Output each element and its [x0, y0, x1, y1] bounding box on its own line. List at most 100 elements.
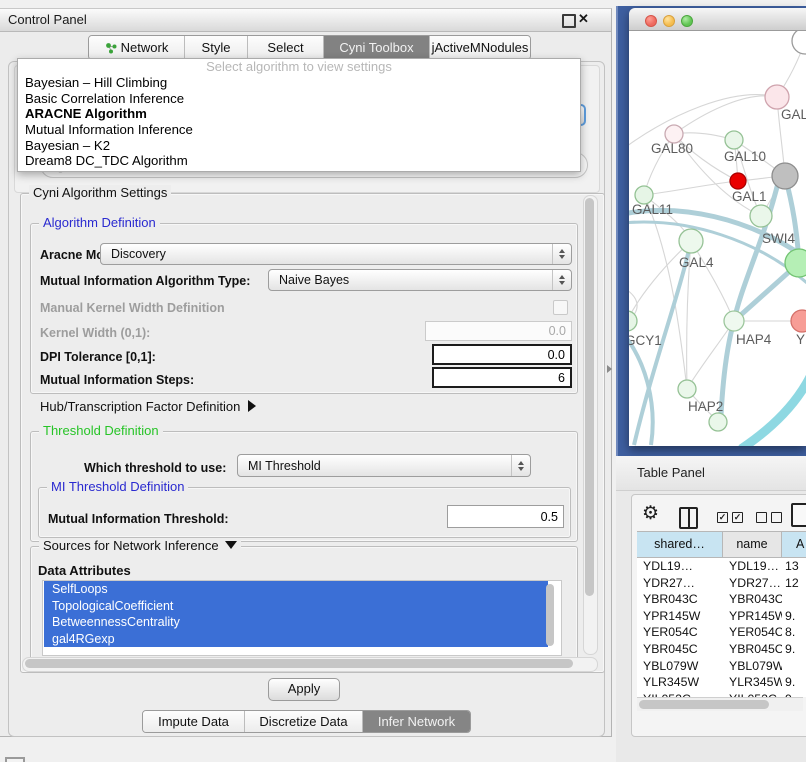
- manual-kernel-checkbox[interactable]: [553, 300, 568, 315]
- list-scrollbar-thumb[interactable]: [546, 584, 554, 646]
- table-cell: 8.: [782, 624, 806, 641]
- tab-jactivemnodules[interactable]: jActiveMNodules: [430, 36, 530, 59]
- mi-threshold-field[interactable]: [447, 505, 564, 528]
- node-label: GAL11: [632, 202, 673, 217]
- table-cell: YER054C: [723, 624, 782, 641]
- expand-right-icon: [248, 400, 256, 412]
- collapsed-panel-widget[interactable]: [5, 757, 25, 762]
- which-threshold-select[interactable]: MI Threshold: [237, 454, 531, 477]
- network-node-gal[interactable]: [765, 85, 789, 109]
- network-node-gal4[interactable]: [679, 229, 703, 253]
- table-cell: YLR345W: [637, 674, 723, 691]
- algorithm-dropdown: Select algorithm to view settings Bayesi…: [17, 58, 581, 172]
- network-node-swi4[interactable]: [750, 205, 772, 227]
- mi-steps-field[interactable]: [432, 367, 572, 388]
- network-node-y[interactable]: [791, 310, 806, 332]
- dropdown-item-bayesian-hill-climbing[interactable]: Bayesian – Hill Climbing: [18, 75, 580, 91]
- dropdown-item-mutual-information-inference[interactable]: Mutual Information Inference: [18, 122, 580, 138]
- attribute-item-topologicalcoefficient[interactable]: TopologicalCoefficient: [44, 598, 548, 615]
- unchecked-box-icon: [771, 512, 782, 523]
- minimize-traffic-light[interactable]: [663, 15, 675, 27]
- network-node-hap2[interactable]: [678, 380, 696, 398]
- settings-hscrollbar-thumb[interactable]: [25, 659, 573, 668]
- kernel-width-field[interactable]: [425, 321, 572, 341]
- sources-title[interactable]: Sources for Network Inference: [39, 538, 241, 553]
- table-row[interactable]: YBL079WYBL079W: [637, 658, 806, 675]
- document-icon[interactable]: [791, 503, 806, 527]
- tab-select[interactable]: Select: [248, 36, 324, 59]
- column-header-name[interactable]: name: [723, 532, 782, 557]
- checkbox-checked-pair-icon[interactable]: ✓✓: [717, 512, 743, 523]
- bottom-tab-discretize-data[interactable]: Discretize Data: [245, 711, 363, 732]
- control-panel-tab-strip: NetworkStyleSelectCyni ToolboxjActiveMNo…: [88, 35, 531, 60]
- table-row[interactable]: YBR045CYBR045C9.: [637, 641, 806, 658]
- network-view-window: GALGAL80GAL10GAL1GAL11SWI4GAL4GCY1HAP4YH…: [629, 8, 806, 446]
- apply-button[interactable]: Apply: [268, 678, 340, 701]
- table-row[interactable]: YBR043CYBR043C: [637, 591, 806, 608]
- dpi-tolerance-field[interactable]: [432, 344, 572, 365]
- table-panel-titlebar: Table Panel: [616, 456, 806, 491]
- settings-vscrollbar[interactable]: [583, 195, 598, 655]
- dropdown-item-bayesian-k2[interactable]: Bayesian – K2: [18, 138, 580, 154]
- control-panel-titlebar: Control Panel ✕: [0, 9, 611, 32]
- network-node[interactable]: [772, 163, 798, 189]
- table-cell: YPR145W: [723, 608, 782, 625]
- which-threshold-label: Which threshold to use:: [84, 461, 226, 475]
- network-node-gal10[interactable]: [725, 131, 743, 149]
- table-hscrollbar[interactable]: [637, 697, 803, 711]
- manual-kernel-label: Manual Kernel Width Definition: [40, 301, 225, 315]
- gear-icon[interactable]: ⚙: [642, 502, 659, 525]
- mi-type-label: Mutual Information Algorithm Type:: [40, 274, 250, 288]
- panel-splitter-handle[interactable]: [607, 365, 612, 373]
- network-window-titlebar[interactable]: [629, 8, 806, 31]
- network-node[interactable]: [792, 31, 806, 54]
- network-node-gal1[interactable]: [730, 173, 746, 189]
- table-cell: YBL079W: [723, 658, 782, 675]
- node-label: GAL80: [651, 141, 693, 156]
- table-cell: YBR043C: [637, 591, 723, 608]
- settings-hscrollbar[interactable]: [22, 657, 598, 672]
- tab-cyni-toolbox[interactable]: Cyni Toolbox: [324, 36, 430, 59]
- dropdown-item-dream8-dc-tdc-algorithm[interactable]: Dream8 DC_TDC Algorithm: [18, 153, 580, 169]
- table-row[interactable]: YPR145WYPR145W9.: [637, 608, 806, 625]
- data-attributes-list[interactable]: SelfLoopsTopologicalCoefficientBetweenne…: [42, 580, 562, 656]
- dropdown-item-aracne-algorithm[interactable]: ARACNE Algorithm: [18, 106, 580, 122]
- network-node[interactable]: [785, 249, 806, 277]
- network-node[interactable]: [709, 413, 727, 431]
- columns-icon[interactable]: [679, 507, 698, 529]
- control-panel-window: Control Panel ✕ NetworkStyleSelectCyni T…: [0, 8, 612, 737]
- bottom-tab-impute-data[interactable]: Impute Data: [143, 711, 245, 732]
- aracne-mode-select[interactable]: Discovery: [100, 243, 572, 265]
- checkbox-unchecked-pair-icon[interactable]: [756, 512, 782, 523]
- column-header-a[interactable]: A: [782, 532, 806, 557]
- checked-box-icon: ✓: [717, 512, 728, 523]
- bottom-tab-infer-network[interactable]: Infer Network: [363, 711, 470, 732]
- zoom-traffic-light[interactable]: [681, 15, 693, 27]
- close-traffic-light[interactable]: [645, 15, 657, 27]
- attribute-item-selfloops[interactable]: SelfLoops: [44, 581, 548, 598]
- network-node-gcy1[interactable]: [629, 311, 637, 331]
- tab-network[interactable]: Network: [89, 36, 185, 59]
- table-hscrollbar-thumb[interactable]: [639, 700, 769, 709]
- table-cell: YDR27…: [637, 575, 723, 592]
- tab-style[interactable]: Style: [185, 36, 248, 59]
- attribute-item-gal4rgexp[interactable]: gal4RGexp: [44, 631, 548, 648]
- table-row[interactable]: YLR345WYLR345W9.: [637, 674, 806, 691]
- attribute-item-betweennesscentrality[interactable]: BetweennessCentrality: [44, 614, 548, 631]
- table-row[interactable]: YDL19…YDL19…13: [637, 558, 806, 575]
- float-window-icon[interactable]: [562, 14, 576, 28]
- mi-type-select[interactable]: Naive Bayes: [268, 269, 572, 291]
- node-label: HAP4: [736, 332, 772, 347]
- close-window-icon[interactable]: ✕: [578, 11, 589, 27]
- table-cell: YLR345W: [723, 674, 782, 691]
- network-node-hap4[interactable]: [724, 311, 744, 331]
- settings-vscrollbar-thumb[interactable]: [585, 198, 594, 596]
- column-header-shared[interactable]: shared…: [637, 532, 723, 557]
- dropdown-item-basic-correlation-inference[interactable]: Basic Correlation Inference: [18, 91, 580, 107]
- table-cell: YPR145W: [637, 608, 723, 625]
- table-row[interactable]: YDR27…YDR27…12: [637, 575, 806, 592]
- table-cell: 13: [782, 558, 806, 575]
- hub-definition-expander[interactable]: Hub/Transcription Factor Definition: [40, 399, 256, 414]
- table-row[interactable]: YER054CYER054C8.: [637, 624, 806, 641]
- network-canvas[interactable]: GALGAL80GAL10GAL1GAL11SWI4GAL4GCY1HAP4YH…: [629, 31, 806, 446]
